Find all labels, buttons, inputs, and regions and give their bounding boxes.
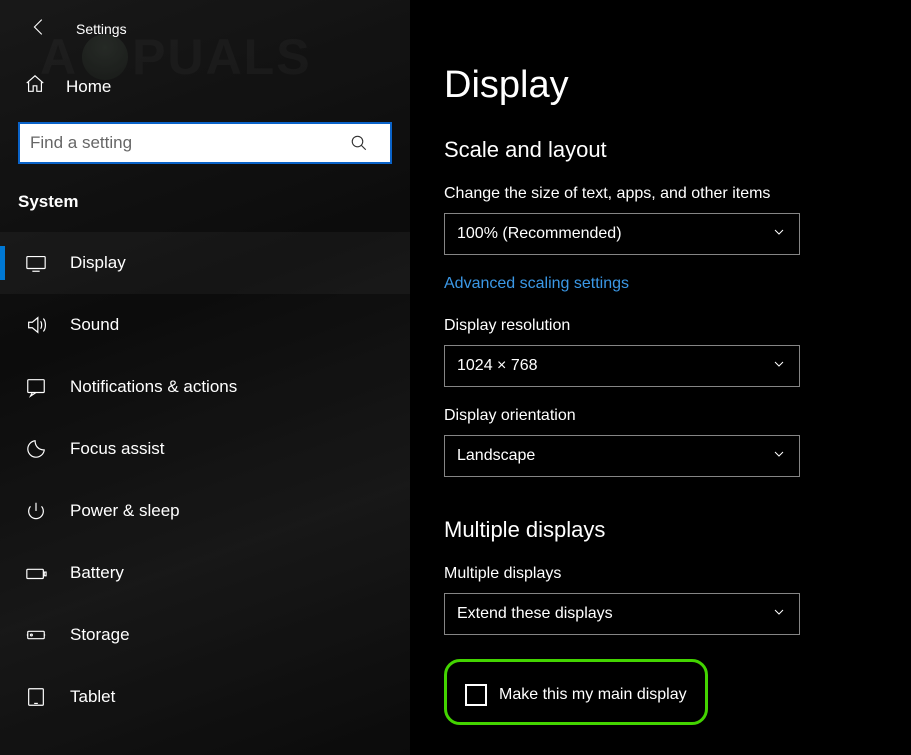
- sound-icon: [24, 313, 48, 337]
- resolution-value: 1024 × 768: [457, 357, 538, 375]
- main-display-highlight: Make this my main display: [444, 659, 708, 725]
- sidebar-item-label: Tablet: [70, 687, 115, 707]
- sidebar-item-label: Focus assist: [70, 439, 164, 459]
- main-display-checkbox-row[interactable]: Make this my main display: [461, 678, 691, 712]
- advanced-scaling-link[interactable]: Advanced scaling settings: [444, 275, 629, 293]
- sidebar-item-sound[interactable]: Sound: [0, 294, 410, 356]
- sidebar-item-notifications[interactable]: Notifications & actions: [0, 356, 410, 418]
- home-label: Home: [66, 77, 111, 97]
- orientation-dropdown[interactable]: Landscape: [444, 435, 800, 477]
- sidebar-item-label: Notifications & actions: [70, 377, 237, 397]
- multiple-displays-heading: Multiple displays: [444, 517, 877, 543]
- sidebar-item-power[interactable]: Power & sleep: [0, 480, 410, 542]
- scale-dropdown[interactable]: 100% (Recommended): [444, 213, 800, 255]
- scale-label: Change the size of text, apps, and other…: [444, 185, 877, 203]
- search-container: [18, 122, 392, 164]
- scale-layout-heading: Scale and layout: [444, 137, 877, 163]
- titlebar: Settings: [0, 8, 410, 63]
- main-display-checkbox-label: Make this my main display: [499, 686, 687, 704]
- sidebar-item-label: Battery: [70, 563, 124, 583]
- battery-icon: [24, 561, 48, 585]
- sidebar-item-label: Sound: [70, 315, 119, 335]
- multiple-displays-label: Multiple displays: [444, 565, 877, 583]
- focus-assist-icon: [24, 437, 48, 461]
- search-icon[interactable]: [350, 134, 368, 152]
- chevron-down-icon: [771, 446, 787, 467]
- sidebar-item-storage[interactable]: Storage: [0, 604, 410, 666]
- chevron-down-icon: [771, 356, 787, 377]
- sidebar-item-label: Power & sleep: [70, 501, 180, 521]
- sidebar-item-tablet[interactable]: Tablet: [0, 666, 410, 728]
- chevron-down-icon: [771, 224, 787, 245]
- section-label: System: [0, 186, 410, 232]
- checkbox-icon[interactable]: [465, 684, 487, 706]
- sidebar-item-display[interactable]: Display: [0, 232, 410, 294]
- scale-value: 100% (Recommended): [457, 225, 622, 243]
- multiple-displays-dropdown[interactable]: Extend these displays: [444, 593, 800, 635]
- chevron-down-icon: [771, 604, 787, 625]
- home-nav[interactable]: Home: [0, 63, 410, 116]
- settings-sidebar: Settings Home System Display Sound: [0, 0, 410, 755]
- resolution-dropdown[interactable]: 1024 × 768: [444, 345, 800, 387]
- back-arrow-icon[interactable]: [28, 16, 50, 41]
- power-icon: [24, 499, 48, 523]
- home-icon: [24, 73, 46, 100]
- sidebar-item-label: Storage: [70, 625, 130, 645]
- display-icon: [24, 251, 48, 275]
- search-input[interactable]: [18, 122, 392, 164]
- multiple-displays-value: Extend these displays: [457, 605, 613, 623]
- resolution-label: Display resolution: [444, 317, 877, 335]
- sidebar-item-battery[interactable]: Battery: [0, 542, 410, 604]
- storage-icon: [24, 623, 48, 647]
- orientation-value: Landscape: [457, 447, 535, 465]
- orientation-label: Display orientation: [444, 407, 877, 425]
- main-panel: Display Scale and layout Change the size…: [410, 0, 911, 755]
- notifications-icon: [24, 375, 48, 399]
- sidebar-item-focus[interactable]: Focus assist: [0, 418, 410, 480]
- sidebar-item-label: Display: [70, 253, 126, 273]
- nav-list: Display Sound Notifications & actions Fo…: [0, 232, 410, 728]
- page-title: Display: [444, 64, 877, 107]
- tablet-icon: [24, 685, 48, 709]
- window-title: Settings: [76, 21, 127, 37]
